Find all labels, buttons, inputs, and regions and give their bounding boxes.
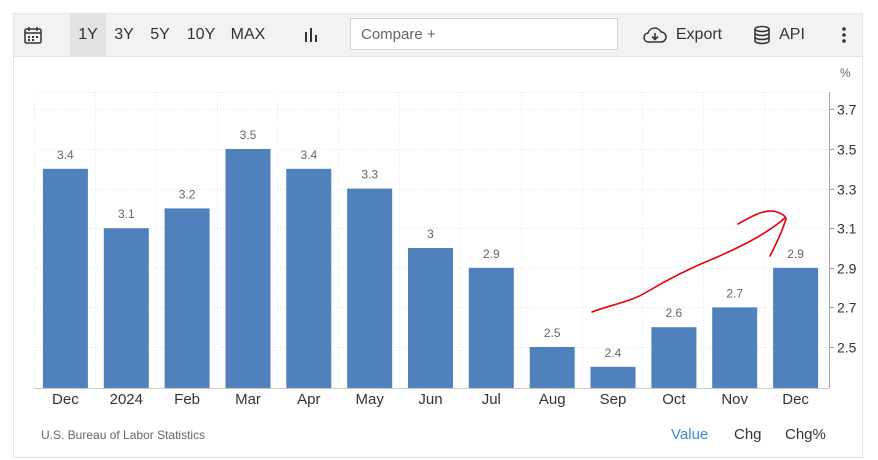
chart-type-icon[interactable] [298,14,324,56]
value-mode-tab[interactable]: Value [671,426,708,443]
export-button[interactable]: Export [640,14,724,56]
compare-input[interactable] [350,18,618,50]
chart-toolbar: 1Y 3Y 5Y 10Y MAX Export API [13,13,863,57]
unit-label: % [840,66,851,80]
range-1y-button[interactable]: 1Y [70,14,106,56]
range-5y-button[interactable]: 5Y [144,14,176,56]
range-10y-button[interactable]: 10Y [182,14,220,56]
more-options-icon[interactable] [832,14,856,56]
chg-pct-mode-tab[interactable]: Chg% [785,426,826,443]
chart-frame [13,13,863,458]
export-label: Export [675,26,723,43]
api-button[interactable]: API [748,14,810,56]
chg-mode-tab[interactable]: Chg [734,426,762,443]
database-icon [754,25,770,45]
calendar-icon[interactable] [20,14,46,56]
range-max-button[interactable]: MAX [226,14,270,56]
range-3y-button[interactable]: 3Y [108,14,140,56]
cloud-download-icon [643,27,667,43]
api-label: API [779,26,805,43]
source-label: U.S. Bureau of Labor Statistics [41,428,206,442]
